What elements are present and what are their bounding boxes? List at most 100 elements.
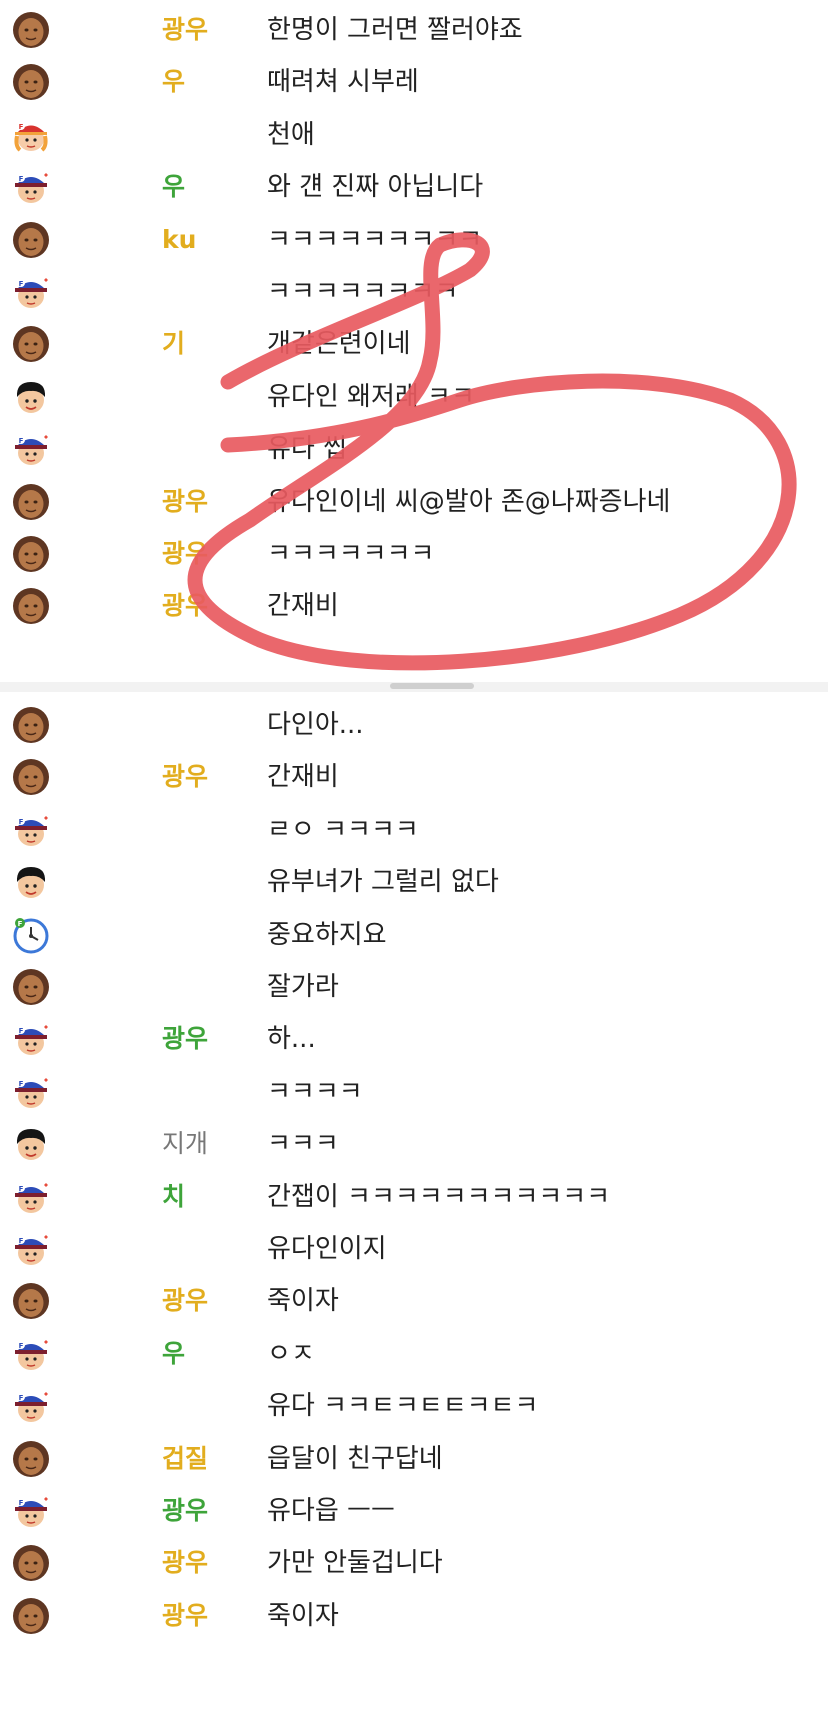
chat-message-text: ㅋㅋㅋㅋㅋㅋㅋㅋ bbox=[267, 277, 459, 307]
chat-message-row: 유다인 왜저래 ㅋㅋ bbox=[0, 367, 828, 424]
blue-cap-avatar-icon[interactable]: F bbox=[12, 1073, 50, 1111]
chat-message-text: 잘가라 bbox=[267, 972, 339, 1002]
chat-message-row: ku ㅋㅋㅋㅋㅋㅋㅋㅋㅋ bbox=[0, 210, 828, 267]
chat-message-row: F 천애 bbox=[0, 105, 828, 162]
brown-face-avatar-icon[interactable] bbox=[12, 483, 50, 521]
chat-username[interactable]: 우 bbox=[162, 66, 242, 98]
blue-cap-avatar-icon[interactable]: F bbox=[12, 1178, 50, 1216]
chat-message-row: F ㅋㅋㅋㅋㅋㅋㅋㅋ bbox=[0, 262, 828, 319]
chat-message-text: ㅋㅋㅋㅋㅋㅋㅋ bbox=[267, 539, 435, 569]
blue-cap-avatar-icon[interactable]: F bbox=[12, 1230, 50, 1268]
brown-face-avatar-icon[interactable] bbox=[12, 1544, 50, 1582]
chat-message-row: 광우 유다인이네 씨@발아 존@나짜증나네 bbox=[0, 472, 828, 529]
brown-face-avatar-icon[interactable] bbox=[12, 1282, 50, 1320]
chat-message-row: 광우 죽이자 bbox=[0, 1586, 828, 1643]
svg-text:F: F bbox=[19, 1080, 24, 1088]
brown-face-avatar-icon[interactable] bbox=[12, 587, 50, 625]
blue-cap-avatar-icon[interactable]: F bbox=[12, 430, 50, 468]
chat-message-text: 중요하지요 bbox=[267, 919, 387, 950]
chat-username[interactable]: 광우 bbox=[162, 538, 242, 570]
chat-username[interactable]: 지개 bbox=[162, 1128, 242, 1160]
chat-username[interactable]: 광우 bbox=[162, 486, 242, 518]
chat-username[interactable]: 기 bbox=[162, 328, 242, 360]
blue-cap-avatar-icon[interactable]: F bbox=[12, 273, 50, 311]
chat-username[interactable]: 광우 bbox=[162, 1600, 242, 1632]
brown-face-avatar-icon[interactable] bbox=[12, 535, 50, 573]
chat-message-text: 유다인이지 bbox=[267, 1234, 387, 1264]
girl-cap-avatar-icon[interactable]: F bbox=[12, 116, 50, 154]
blue-cap-avatar-icon[interactable]: F bbox=[12, 168, 50, 206]
chat-username[interactable]: 광우 bbox=[162, 1495, 242, 1527]
chat-message-row: F 유다인이지 bbox=[0, 1219, 828, 1276]
chat-message-row: F 광우 유다읍 ㅡㅡ bbox=[0, 1481, 828, 1538]
brown-face-avatar-icon[interactable] bbox=[12, 1440, 50, 1478]
chat-message-row: 광우 간재비 bbox=[0, 576, 828, 633]
chat-message-row: 유부녀가 그럴리 없다 bbox=[0, 852, 828, 909]
chat-message-text: ㅋㅋㅋㅋ bbox=[267, 1076, 363, 1107]
brown-face-avatar-icon[interactable] bbox=[12, 758, 50, 796]
svg-text:F: F bbox=[19, 175, 24, 183]
svg-text:F: F bbox=[19, 1499, 24, 1507]
chat-username[interactable] bbox=[162, 1390, 242, 1422]
black-hair-avatar-icon[interactable] bbox=[12, 1125, 50, 1163]
chat-message-text: 유다인이네 씨@발아 존@나짜증나네 bbox=[267, 486, 671, 517]
chat-message-text: 간잽이 ㅋㅋㅋㅋㅋㅋㅋㅋㅋㅋㅋ bbox=[267, 1181, 611, 1212]
chat-message-row: 광우 가만 안둘겁니다 bbox=[0, 1533, 828, 1590]
chat-username[interactable] bbox=[162, 709, 242, 741]
chat-username[interactable]: 치 bbox=[162, 1181, 242, 1213]
chat-message-row: 지개 ㅋㅋㅋ bbox=[0, 1114, 828, 1171]
chat-username[interactable] bbox=[162, 866, 242, 898]
chat-username[interactable] bbox=[162, 433, 242, 465]
svg-text:F: F bbox=[19, 818, 24, 826]
black-hair-avatar-icon[interactable] bbox=[12, 378, 50, 416]
chat-username[interactable] bbox=[162, 971, 242, 1003]
chat-username[interactable]: 광우 bbox=[162, 1285, 242, 1317]
blue-cap-avatar-icon[interactable]: F bbox=[12, 1335, 50, 1373]
chat-username[interactable]: ku bbox=[162, 224, 242, 256]
chat-message-text: ㅋㅋㅋㅋㅋㅋㅋㅋㅋ bbox=[267, 224, 483, 255]
brown-face-avatar-icon[interactable] bbox=[12, 63, 50, 101]
svg-text:F: F bbox=[18, 920, 23, 928]
chat-message-text: 다인아... bbox=[267, 710, 364, 740]
chat-message-text: 때려쳐 시부레 bbox=[267, 67, 419, 98]
brown-face-avatar-icon[interactable] bbox=[12, 706, 50, 744]
brown-face-avatar-icon[interactable] bbox=[12, 11, 50, 49]
chat-message-row: F 치 간잽이 ㅋㅋㅋㅋㅋㅋㅋㅋㅋㅋㅋ bbox=[0, 1167, 828, 1224]
brown-face-avatar-icon[interactable] bbox=[12, 325, 50, 363]
chat-username[interactable]: 광우 bbox=[162, 1547, 242, 1579]
chat-username[interactable]: 겁질 bbox=[162, 1443, 242, 1475]
divider-handle bbox=[390, 683, 474, 689]
chat-message-row: 기 개같은련이네 bbox=[0, 314, 828, 371]
blue-cap-avatar-icon[interactable]: F bbox=[12, 1492, 50, 1530]
chat-message-text: 유다 씹 bbox=[267, 434, 348, 465]
brown-face-avatar-icon[interactable] bbox=[12, 1597, 50, 1635]
chat-username[interactable]: 우 bbox=[162, 1338, 242, 1370]
svg-text:F: F bbox=[19, 1342, 24, 1350]
chat-message-text: ㅋㅋㅋ bbox=[267, 1129, 339, 1160]
chat-message-text: 읍달이 친구답네 bbox=[267, 1443, 443, 1474]
chat-username[interactable]: 우 bbox=[162, 171, 242, 203]
brown-face-avatar-icon[interactable] bbox=[12, 221, 50, 259]
chat-message-row: 겁질 읍달이 친구답네 bbox=[0, 1429, 828, 1486]
brown-face-avatar-icon[interactable] bbox=[12, 968, 50, 1006]
blue-cap-avatar-icon[interactable]: F bbox=[12, 811, 50, 849]
chat-message-text: 간재비 bbox=[267, 762, 339, 793]
chat-username[interactable] bbox=[162, 1076, 242, 1108]
black-hair-avatar-icon[interactable] bbox=[12, 863, 50, 901]
chat-username[interactable] bbox=[162, 381, 242, 413]
clock-avatar-icon[interactable]: F bbox=[12, 916, 50, 954]
chat-username[interactable]: 광우 bbox=[162, 590, 242, 622]
chat-screenshot-bottom: 다인아... 광우 간재비 F ㄹㅇ ㅋㅋㅋㅋ 유부녀가 그럴리 없다 F 중요… bbox=[0, 692, 828, 1730]
chat-screenshot-top: 광우 한명이 그러면 짤러야죠 우 때려쳐 시부레 F 천애 F 우 와 걘 진… bbox=[0, 0, 828, 682]
chat-message-text: ㄹㅇ ㅋㅋㅋㅋ bbox=[267, 814, 419, 845]
chat-username[interactable]: 광우 bbox=[162, 1023, 242, 1055]
chat-username[interactable] bbox=[162, 119, 242, 151]
blue-cap-avatar-icon[interactable]: F bbox=[12, 1387, 50, 1425]
chat-username[interactable]: 광우 bbox=[162, 761, 242, 793]
blue-cap-avatar-icon[interactable]: F bbox=[12, 1020, 50, 1058]
chat-username[interactable] bbox=[162, 919, 242, 951]
chat-username[interactable]: 광우 bbox=[162, 14, 242, 46]
chat-username[interactable] bbox=[162, 1233, 242, 1265]
chat-username[interactable] bbox=[162, 276, 242, 308]
chat-username[interactable] bbox=[162, 814, 242, 846]
